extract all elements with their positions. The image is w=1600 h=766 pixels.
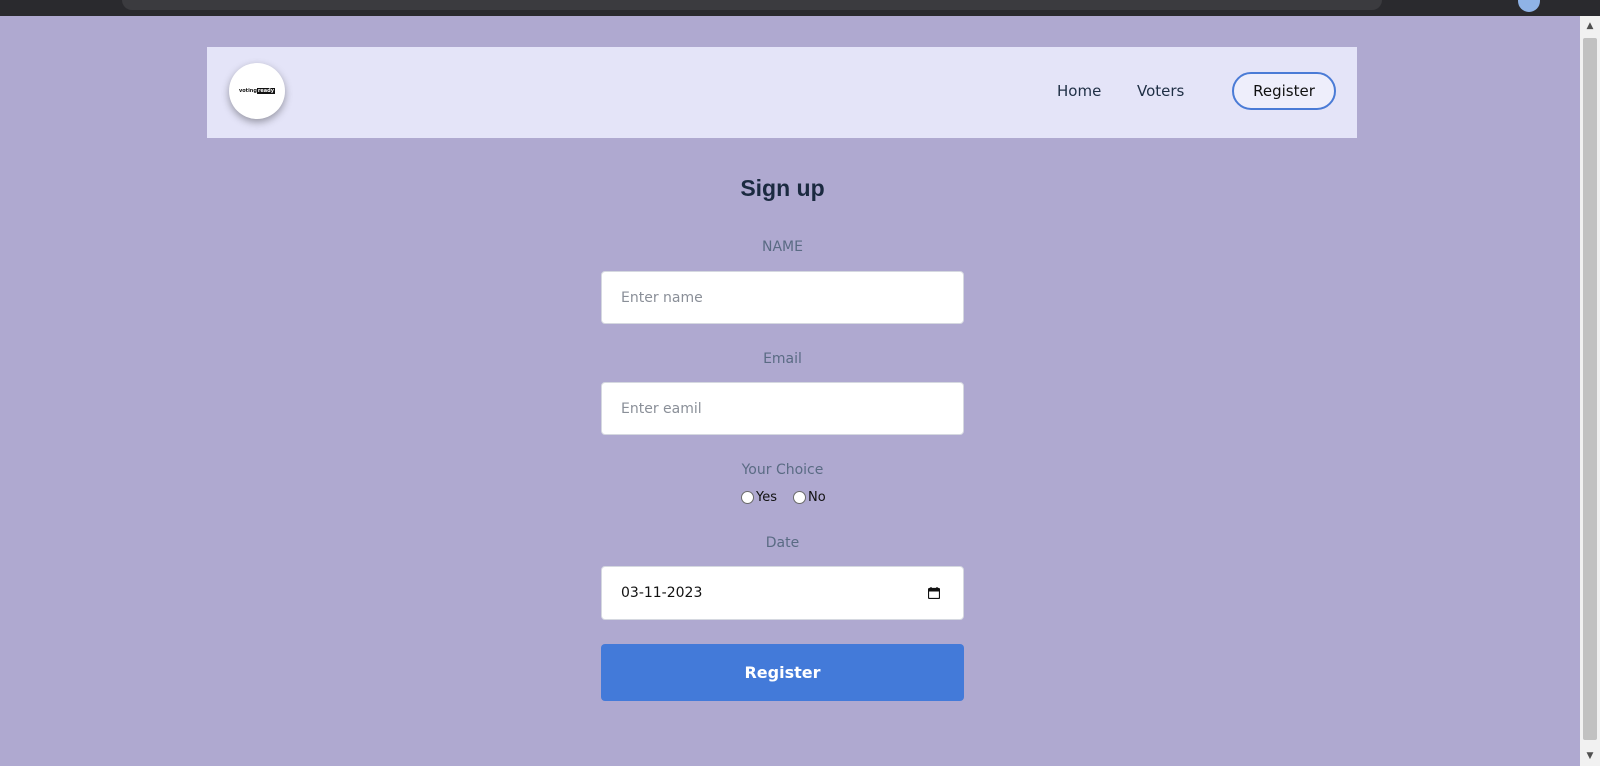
- name-input[interactable]: [601, 271, 964, 324]
- logo-text-left: voting: [238, 88, 257, 94]
- profile-avatar[interactable]: [1518, 0, 1540, 12]
- address-bar[interactable]: [122, 0, 1382, 10]
- radio-option-yes[interactable]: Yes: [741, 490, 777, 505]
- page-scrollbar[interactable]: ▲ ▼: [1580, 16, 1600, 766]
- nav-link-voters[interactable]: Voters: [1137, 82, 1184, 100]
- scroll-down-arrow-icon[interactable]: ▼: [1580, 748, 1600, 764]
- email-label: Email: [763, 351, 802, 367]
- radio-no-button[interactable]: [793, 491, 806, 504]
- browser-chrome: [0, 0, 1600, 16]
- email-input[interactable]: [601, 382, 964, 435]
- nav-link-home[interactable]: Home: [1057, 82, 1101, 100]
- nav-register-button[interactable]: Register: [1232, 72, 1336, 110]
- page-title: Sign up: [740, 175, 825, 201]
- radio-yes-label: Yes: [756, 490, 777, 505]
- logo-text-right: ready: [256, 88, 275, 94]
- calendar-icon[interactable]: [928, 587, 940, 599]
- radio-option-no[interactable]: No: [793, 490, 826, 505]
- date-value: 03-11-2023: [621, 585, 703, 601]
- radio-no-label: No: [808, 490, 826, 505]
- date-label: Date: [765, 535, 800, 551]
- site-logo[interactable]: voting ready: [229, 63, 285, 119]
- radio-yes-button[interactable]: [741, 491, 754, 504]
- name-label: NAME: [762, 239, 803, 255]
- register-submit-button[interactable]: Register: [601, 644, 964, 701]
- scrollbar-thumb[interactable]: [1583, 38, 1597, 740]
- scroll-up-arrow-icon[interactable]: ▲: [1580, 18, 1600, 34]
- date-input[interactable]: 03-11-2023: [601, 566, 964, 620]
- top-navbar: voting ready Home Voters Register: [207, 47, 1357, 138]
- choice-label: Your Choice: [741, 462, 824, 478]
